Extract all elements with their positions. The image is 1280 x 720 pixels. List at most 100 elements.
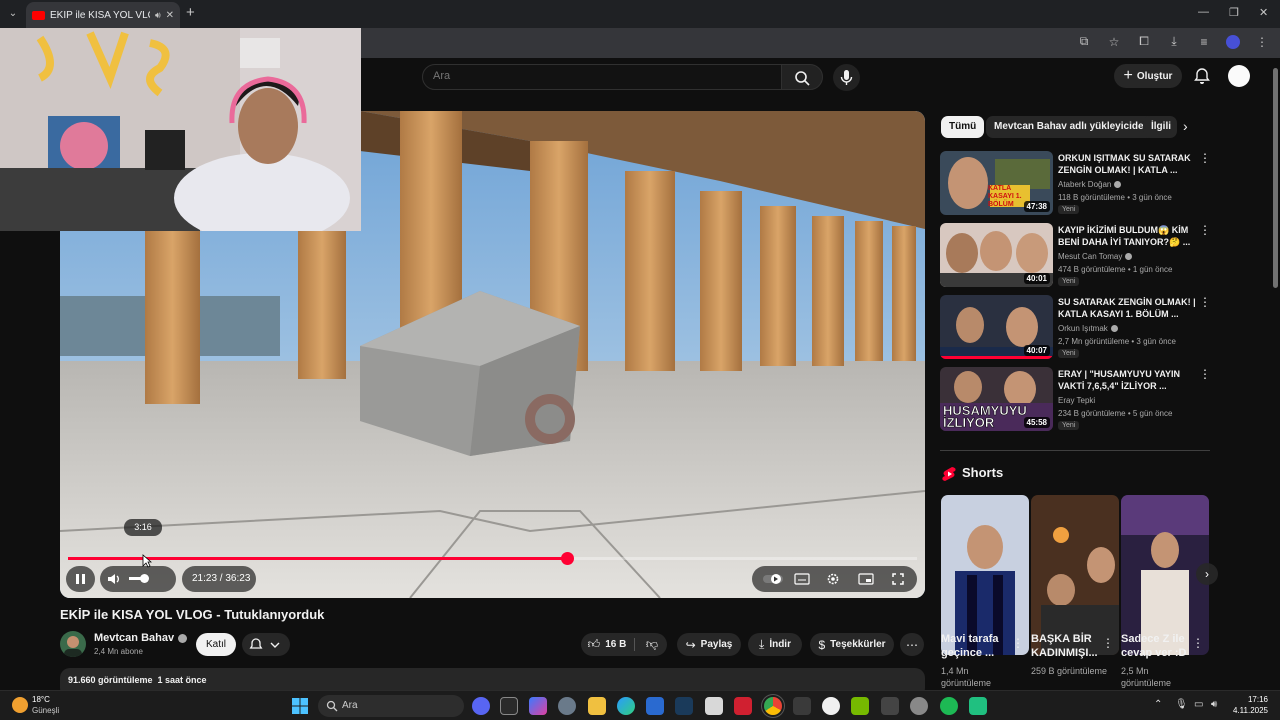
recommendation-item[interactable]: 40:01 KAYIP İKİZİMİ BULDUM😱 KİM BENİ DAH…: [940, 223, 1211, 289]
like-button[interactable]: 👍︎ 16 B: [581, 633, 633, 656]
chip-all[interactable]: Tümü: [941, 116, 985, 138]
steam-icon[interactable]: [675, 697, 693, 715]
mail-icon[interactable]: [705, 697, 723, 715]
weather-condition[interactable]: Güneşli: [32, 706, 59, 715]
recommendation-title[interactable]: KAYIP İKİZİMİ BULDUM😱 KİM BENİ DAHA İYİ …: [1058, 224, 1196, 248]
settings-gear-icon[interactable]: [826, 572, 840, 586]
nvidia-icon[interactable]: [851, 697, 869, 715]
share-button[interactable]: ↪ Paylaş: [677, 633, 741, 656]
weather-sun-icon[interactable]: [12, 697, 28, 713]
microsoft-store-icon[interactable]: [646, 697, 664, 715]
recommendation-thumbnail[interactable]: 40:01: [940, 223, 1053, 287]
chip-from-uploader[interactable]: Mevtcan Bahav adlı yükleyiciden: [986, 116, 1158, 138]
play-pause-button[interactable]: [66, 566, 95, 592]
channel-name-row[interactable]: Mevtcan Bahav: [94, 632, 188, 644]
discord-icon[interactable]: [472, 697, 490, 715]
extensions-icon[interactable]: ⧠: [1136, 34, 1152, 49]
join-button[interactable]: Katıl: [196, 633, 236, 656]
channel-avatar[interactable]: [60, 631, 86, 657]
short-title[interactable]: Sadece Z ile cevap ver :D: [1121, 632, 1199, 660]
channel-name[interactable]: Mevtcan Bahav: [94, 632, 174, 644]
shorts-next-button[interactable]: ›: [1196, 563, 1218, 585]
more-vertical-icon[interactable]: ⋮: [1012, 636, 1024, 650]
copilot-icon[interactable]: [529, 697, 547, 715]
settings-icon[interactable]: [558, 697, 576, 715]
more-actions-button[interactable]: ⋯: [900, 633, 924, 656]
recommendation-channel[interactable]: Mesut Can Tomay: [1058, 252, 1122, 261]
tray-chevron-icon[interactable]: ⌃: [1154, 699, 1162, 710]
app-g-icon[interactable]: [881, 697, 899, 715]
more-vertical-icon[interactable]: ⋮: [1199, 223, 1211, 237]
clock-date[interactable]: 4.11.2025: [1226, 706, 1268, 715]
bookmark-star-icon[interactable]: ☆: [1106, 35, 1122, 49]
minimize-icon[interactable]: —: [1198, 6, 1209, 18]
more-vertical-icon[interactable]: ⋮: [1199, 295, 1211, 309]
create-button[interactable]: + Oluştur: [1114, 64, 1182, 88]
more-vertical-icon[interactable]: ⋮: [1199, 367, 1211, 381]
recommendation-thumbnail[interactable]: KATLA KASAYI 1. BÖLÜM 47:38: [940, 151, 1053, 215]
scrollbar-thumb[interactable]: [1273, 68, 1278, 288]
recommendation-thumbnail[interactable]: HUSAMYUYU İZLIYOR 45:58: [940, 367, 1053, 431]
browser-tab-active[interactable]: EKİP ile KISA YOL VLOG - Tu 🔊︎ ✕: [26, 2, 180, 28]
profile-avatar-icon[interactable]: [1226, 34, 1240, 49]
tab-search-chevron-icon[interactable]: ⌄: [4, 5, 22, 23]
chevron-right-icon[interactable]: ›: [1183, 118, 1188, 134]
search-input[interactable]: [433, 70, 763, 82]
recommendation-title[interactable]: ERAY | "HUSAMYUYU YAYIN VAKTİ 7,6,5,4" İ…: [1058, 368, 1196, 392]
microphone-icon[interactable]: 🎙︎: [1175, 699, 1188, 710]
recommendation-title[interactable]: SU SATARAK ZENGİN OLMAK! | KATLA KASAYI …: [1058, 296, 1196, 320]
recommendation-channel[interactable]: Ataberk Doğan: [1058, 180, 1111, 189]
chip-related[interactable]: İlgili: [1143, 116, 1177, 138]
clock-time[interactable]: 17:16: [1236, 695, 1268, 704]
thanks-button[interactable]: $ Teşekkürler: [810, 633, 894, 656]
short-thumbnail[interactable]: [941, 495, 1029, 655]
new-tab-button[interactable]: +: [186, 4, 195, 22]
volume-icon[interactable]: [106, 572, 122, 586]
spotify-icon[interactable]: [940, 697, 958, 715]
chatgpt-icon[interactable]: [822, 697, 840, 715]
more-vertical-icon[interactable]: ⋮: [1102, 636, 1114, 650]
restore-icon[interactable]: ❐: [1229, 6, 1239, 19]
notifications-bell-icon[interactable]: [1192, 66, 1212, 86]
app-green-icon[interactable]: [969, 697, 987, 715]
recommendation-item[interactable]: HUSAMYUYU İZLIYOR 45:58 ERAY | "HUSAMYUY…: [940, 367, 1211, 433]
window-close-icon[interactable]: ✕: [1259, 6, 1268, 19]
voice-search-button[interactable]: [833, 64, 860, 91]
taskbar-search[interactable]: Ara: [318, 695, 464, 717]
recommendation-thumbnail[interactable]: 40:07: [940, 295, 1053, 359]
download-button[interactable]: ⤓ İndir: [748, 633, 802, 656]
recommendation-item[interactable]: KATLA KASAYI 1. BÖLÜM 47:38 ORKUN IŞITMA…: [940, 151, 1211, 217]
more-vertical-icon[interactable]: ⋮: [1192, 636, 1204, 650]
recommendation-channel[interactable]: Eray Tepki: [1058, 396, 1095, 405]
tab-close-icon[interactable]: ✕: [166, 10, 174, 21]
media-control-icon[interactable]: ≡: [1196, 35, 1212, 49]
recommendation-item[interactable]: 40:07 SU SATARAK ZENGİN OLMAK! | KATLA K…: [940, 295, 1211, 361]
volume-knob[interactable]: [140, 574, 149, 583]
account-avatar[interactable]: [1228, 65, 1250, 87]
edge-icon[interactable]: [617, 697, 635, 715]
dislike-button[interactable]: 👎︎: [637, 633, 667, 656]
short-title[interactable]: BAŞKA BİR KADINMIŞI...: [1031, 632, 1109, 660]
capcut-icon[interactable]: [793, 697, 811, 715]
recommendation-channel[interactable]: Orkun Işıtmak: [1058, 324, 1108, 333]
file-explorer-icon[interactable]: [588, 697, 606, 715]
miniplayer-icon[interactable]: [858, 572, 874, 586]
weather-temperature[interactable]: 18°C: [32, 695, 50, 704]
chrome-icon[interactable]: [764, 697, 782, 715]
more-vertical-icon[interactable]: ⋮: [1199, 151, 1211, 165]
epic-games-icon[interactable]: [500, 697, 518, 715]
progress-bar[interactable]: [68, 552, 917, 565]
network-icon[interactable]: ▭: [1194, 699, 1203, 710]
autoplay-toggle-icon[interactable]: [762, 573, 784, 585]
app-red-icon[interactable]: [734, 697, 752, 715]
subscription-bell-button[interactable]: [242, 633, 290, 656]
install-app-icon[interactable]: ⧉: [1076, 34, 1092, 49]
speaker-icon[interactable]: 🔊︎: [155, 10, 161, 21]
fullscreen-icon[interactable]: [891, 572, 905, 586]
page-scrollbar[interactable]: [1272, 58, 1280, 690]
short-thumbnail[interactable]: [1031, 495, 1119, 655]
browser-menu-icon[interactable]: ⋮: [1254, 35, 1270, 49]
windows-start-icon[interactable]: [292, 698, 308, 714]
obs-icon[interactable]: [910, 697, 928, 715]
recommendation-title[interactable]: ORKUN IŞITMAK SU SATARAK ZENGİN OLMAK! |…: [1058, 152, 1196, 176]
